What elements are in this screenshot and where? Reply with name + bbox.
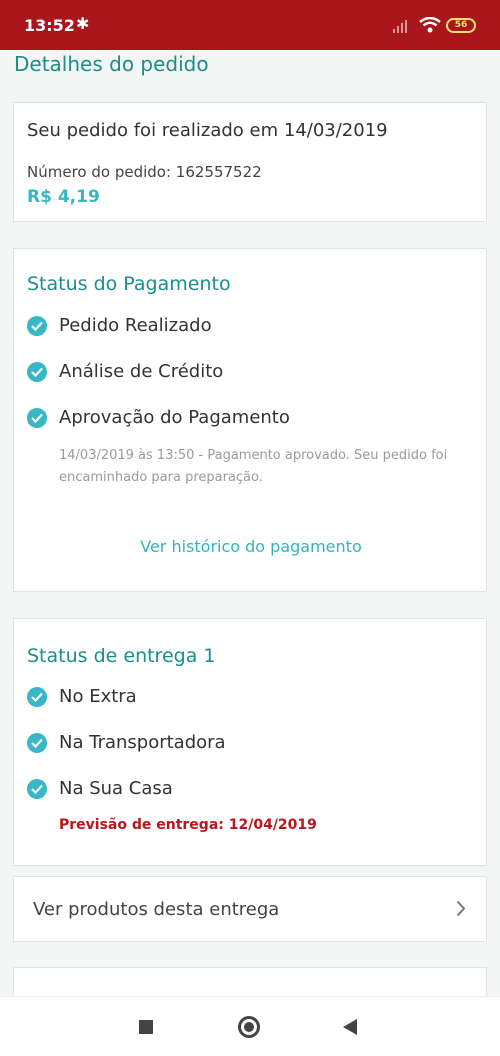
- view-products-row[interactable]: Ver produtos desta entrega: [13, 876, 487, 942]
- delivery-status-card: Status de entrega 1 No Extra Na Transpor…: [13, 618, 487, 866]
- payment-step-label: Aprovação do Pagamento: [59, 407, 290, 428]
- check-circle-icon: [27, 316, 47, 336]
- delivery-eta: Previsão de entrega: 12/04/2019: [59, 817, 317, 833]
- check-circle-icon: [27, 733, 47, 753]
- check-circle-icon: [27, 408, 47, 428]
- order-summary-card: Seu pedido foi realizado em 14/03/2019 N…: [13, 102, 487, 222]
- home-icon[interactable]: [238, 1016, 260, 1038]
- chevron-right-icon: [456, 900, 466, 917]
- delivery-step-label: Na Transportadora: [59, 732, 226, 753]
- order-price: R$ 4,19: [27, 187, 100, 207]
- wifi-icon: [419, 17, 441, 33]
- payment-step-label: Pedido Realizado: [59, 315, 212, 336]
- payment-status-card: Status do Pagamento Pedido Realizado Aná…: [13, 248, 487, 592]
- back-icon[interactable]: [343, 1019, 357, 1035]
- payment-status-title: Status do Pagamento: [27, 273, 231, 295]
- delivery-step-label: No Extra: [59, 686, 137, 707]
- check-circle-icon: [27, 362, 47, 382]
- bluetooth-icon: ✱: [76, 14, 90, 33]
- payment-history-link[interactable]: Ver histórico do pagamento: [14, 537, 488, 556]
- status-bar: 13:52 ✱ 56: [0, 0, 500, 50]
- payment-approval-note: 14/03/2019 às 13:50 - Pagamento aprovado…: [59, 448, 448, 485]
- page-title: Detalhes do pedido: [14, 52, 209, 76]
- recent-apps-icon[interactable]: [139, 1020, 153, 1034]
- signal-icon: [393, 19, 411, 33]
- battery-icon: 56: [446, 18, 476, 33]
- view-products-label: Ver produtos desta entrega: [33, 899, 280, 920]
- order-number: Número do pedido: 162557522: [27, 163, 262, 181]
- check-circle-icon: [27, 687, 47, 707]
- check-circle-icon: [27, 779, 47, 799]
- order-placed-text: Seu pedido foi realizado em 14/03/2019: [27, 120, 388, 141]
- navigation-bar: [0, 996, 500, 1056]
- delivery-status-title: Status de entrega 1: [27, 645, 216, 667]
- clock: 13:52: [24, 16, 75, 35]
- delivery-step-label: Na Sua Casa: [59, 778, 173, 799]
- payment-step-label: Análise de Crédito: [59, 361, 224, 382]
